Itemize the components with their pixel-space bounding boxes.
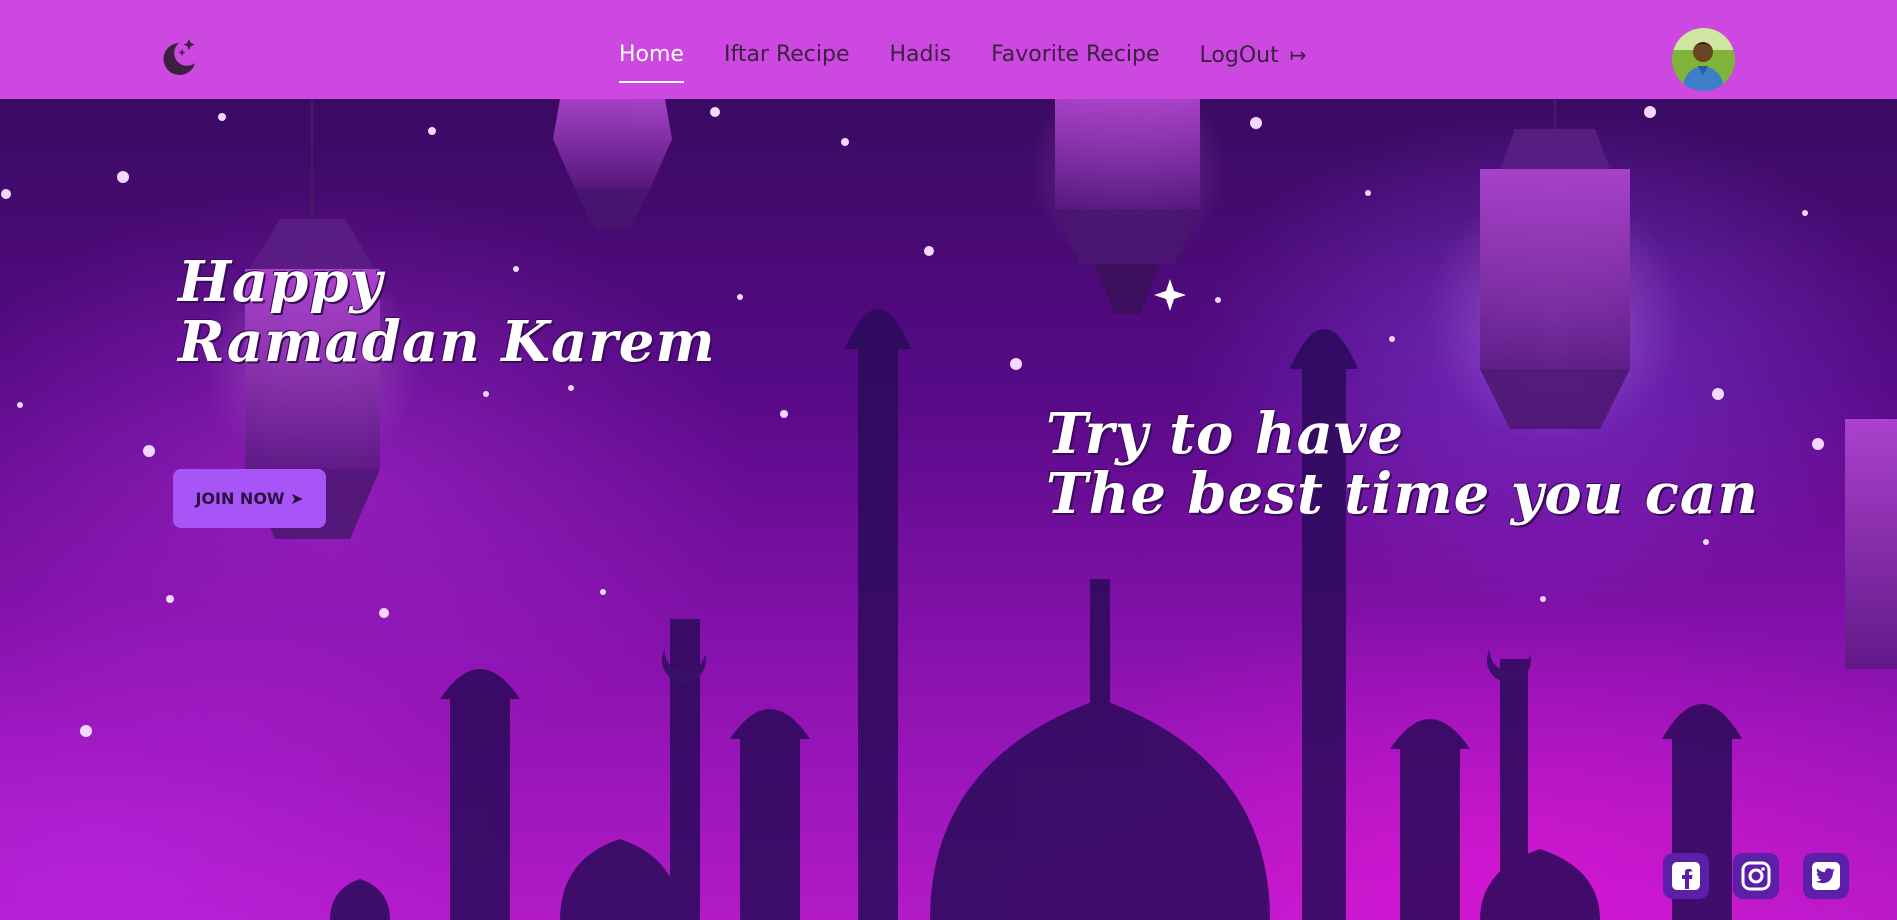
nav-link-home[interactable]: Home [619, 40, 684, 83]
nav-link-hadis[interactable]: Hadis [890, 40, 952, 71]
navbar: Home Iftar Recipe Hadis Favorite Recipe … [0, 0, 1897, 99]
nav-link-logout[interactable]: LogOut ↦ [1200, 40, 1307, 71]
tagline-line-2: The best time you can [1046, 461, 1759, 527]
greeting-heading: Happy Ramadan Karem [178, 252, 716, 372]
tagline-line-1: Try to have [1046, 401, 1405, 467]
instagram-icon[interactable] [1733, 853, 1779, 899]
greeting-line-2: Ramadan Karem [178, 309, 716, 375]
logout-arrow-icon: ↦ [1289, 43, 1307, 67]
facebook-icon[interactable] [1663, 853, 1709, 899]
twitter-icon[interactable] [1803, 853, 1849, 899]
tagline-heading: Try to have The best time you can [1046, 404, 1759, 524]
nav-link-iftar-recipe[interactable]: Iftar Recipe [724, 40, 850, 71]
logout-label: LogOut [1199, 43, 1279, 68]
greeting-line-1: Happy [178, 249, 384, 315]
nav-link-favorite-recipe[interactable]: Favorite Recipe [991, 40, 1159, 71]
hero-banner: Happy Ramadan Karem JOIN NOW ➤ Try to ha… [0, 99, 1897, 920]
moon-star-icon[interactable] [157, 37, 201, 81]
nav-menu: Home Iftar Recipe Hadis Favorite Recipe … [619, 40, 1347, 83]
join-now-button[interactable]: JOIN NOW ➤ [173, 469, 326, 528]
user-avatar[interactable] [1672, 28, 1735, 91]
